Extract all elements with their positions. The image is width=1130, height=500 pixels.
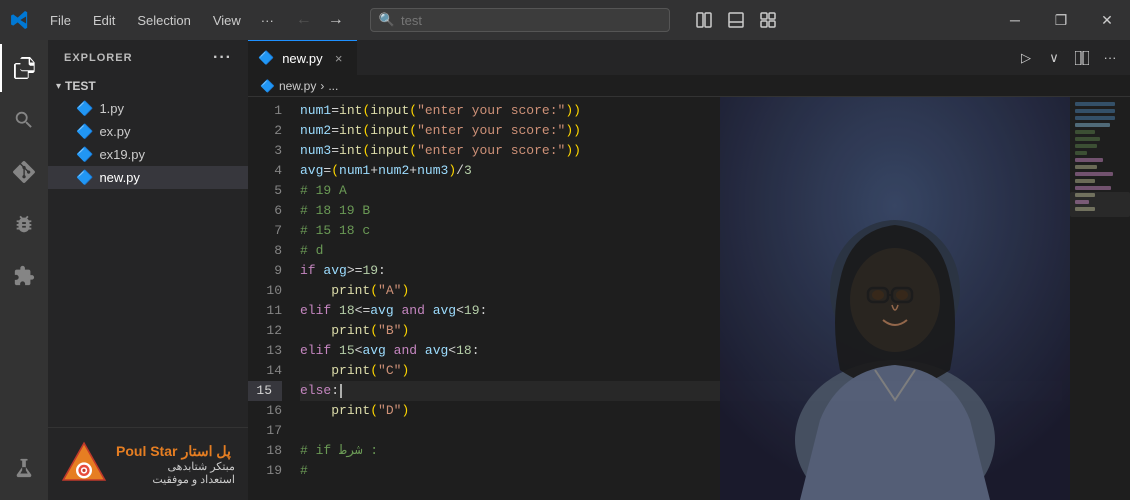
layout-icons — [690, 6, 782, 34]
vscode-logo — [0, 0, 40, 40]
search-icon: 🔍 — [379, 12, 395, 28]
activity-bottom — [0, 444, 48, 500]
editor-container: 🔷 new.py × ▷ ∨ ··· 🔷 new.py › — [248, 40, 1130, 500]
close-button[interactable]: ✕ — [1084, 0, 1130, 40]
python-file-icon: 🔷 — [76, 146, 93, 163]
activity-flask[interactable] — [0, 444, 48, 492]
logo-subtitle: مبتکر شتابدهی — [116, 460, 235, 473]
forward-button[interactable]: → — [322, 6, 350, 34]
minimize-button[interactable]: ─ — [992, 0, 1038, 40]
split-editor-button[interactable] — [1070, 46, 1094, 70]
activity-debug[interactable] — [0, 200, 48, 248]
restore-button[interactable]: ❐ — [1038, 0, 1084, 40]
minimap-visualization — [1070, 97, 1130, 500]
file-name: ex.py — [99, 124, 130, 139]
folder-arrow-icon: ▾ — [56, 81, 61, 92]
title-bar: File Edit Selection View ··· ← → 🔍 — [0, 0, 1130, 40]
logo-text: Poul Star پل استار مبتکر شتابدهی استعداد… — [116, 443, 235, 486]
menu-edit[interactable]: Edit — [83, 9, 125, 32]
activity-explorer[interactable] — [0, 44, 48, 92]
sidebar: EXPLORER ··· ▾ TEST 🔷 1.py 🔷 ex.py 🔷 ex1… — [48, 40, 248, 500]
menu-bar: File Edit Selection View ··· — [40, 9, 282, 32]
file-name: 1.py — [99, 101, 124, 116]
breadcrumb-context: ... — [328, 79, 338, 93]
tab-actions: ▷ ∨ ··· — [1006, 40, 1130, 75]
file-item-1py[interactable]: 🔷 1.py — [48, 97, 248, 120]
explorer-title: EXPLORER — [64, 52, 133, 64]
folder-name: TEST — [65, 79, 96, 93]
explorer-more-button[interactable]: ··· — [213, 49, 232, 67]
search-bar[interactable]: 🔍 — [370, 8, 670, 32]
logo-brand-name: Poul Star پل استار — [116, 443, 235, 460]
file-name: ex19.py — [99, 147, 145, 162]
customize-layout-icon[interactable] — [754, 6, 782, 34]
activity-search[interactable] — [0, 96, 48, 144]
file-item-expy[interactable]: 🔷 ex.py — [48, 120, 248, 143]
python-file-icon: 🔷 — [76, 169, 93, 186]
more-tab-actions[interactable]: ··· — [1098, 46, 1122, 70]
activity-extensions[interactable] — [0, 252, 48, 300]
explorer-header: EXPLORER ··· — [48, 40, 248, 75]
logo-icon — [60, 440, 108, 488]
run-button[interactable]: ▷ — [1014, 46, 1038, 70]
logo-area: Poul Star پل استار مبتکر شتابدهی استعداد… — [48, 427, 248, 500]
run-dropdown[interactable]: ∨ — [1042, 46, 1066, 70]
python-file-icon: 🔷 — [76, 100, 93, 117]
file-item-ex19py[interactable]: 🔷 ex19.py — [48, 143, 248, 166]
toggle-sidebar-icon[interactable] — [690, 6, 718, 34]
active-tab[interactable]: 🔷 new.py × — [248, 40, 357, 75]
main-area: EXPLORER ··· ▾ TEST 🔷 1.py 🔷 ex.py 🔷 ex1… — [0, 40, 1130, 500]
tab-bar: 🔷 new.py × ▷ ∨ ··· — [248, 40, 1130, 75]
line-numbers: 1234 5678 9101112 131415 16171819 — [248, 97, 292, 500]
more-menu[interactable]: ··· — [253, 9, 282, 32]
menu-selection[interactable]: Selection — [127, 9, 200, 32]
python-file-icon: 🔷 — [76, 123, 93, 140]
folder-section[interactable]: ▾ TEST — [48, 75, 248, 97]
tab-close-button[interactable]: × — [331, 50, 347, 66]
tab-icon: 🔷 — [258, 50, 274, 66]
window-controls: ─ ❐ ✕ — [992, 0, 1130, 40]
person-overlay — [720, 97, 1070, 500]
file-item-newpy[interactable]: 🔷 new.py — [48, 166, 248, 189]
file-name: new.py — [99, 170, 139, 185]
nav-buttons: ← → — [290, 6, 350, 34]
breadcrumb-sep: › — [320, 79, 324, 93]
menu-view[interactable]: View — [203, 9, 251, 32]
code-area[interactable]: 1234 5678 9101112 131415 16171819 num1=i… — [248, 97, 1130, 500]
activity-bar — [0, 40, 48, 500]
activity-git[interactable] — [0, 148, 48, 196]
menu-file[interactable]: File — [40, 9, 81, 32]
toggle-panel-icon[interactable] — [722, 6, 750, 34]
back-button[interactable]: ← — [290, 6, 318, 34]
minimap — [1070, 97, 1130, 500]
breadcrumb-icon: 🔷 — [260, 79, 275, 93]
breadcrumb-filename: new.py — [279, 79, 316, 93]
logo-subtitle2: استعداد و موفقیت — [116, 473, 235, 486]
search-input[interactable] — [401, 13, 661, 28]
breadcrumb: 🔷 new.py › ... — [248, 75, 1130, 97]
tab-filename: new.py — [282, 51, 322, 66]
